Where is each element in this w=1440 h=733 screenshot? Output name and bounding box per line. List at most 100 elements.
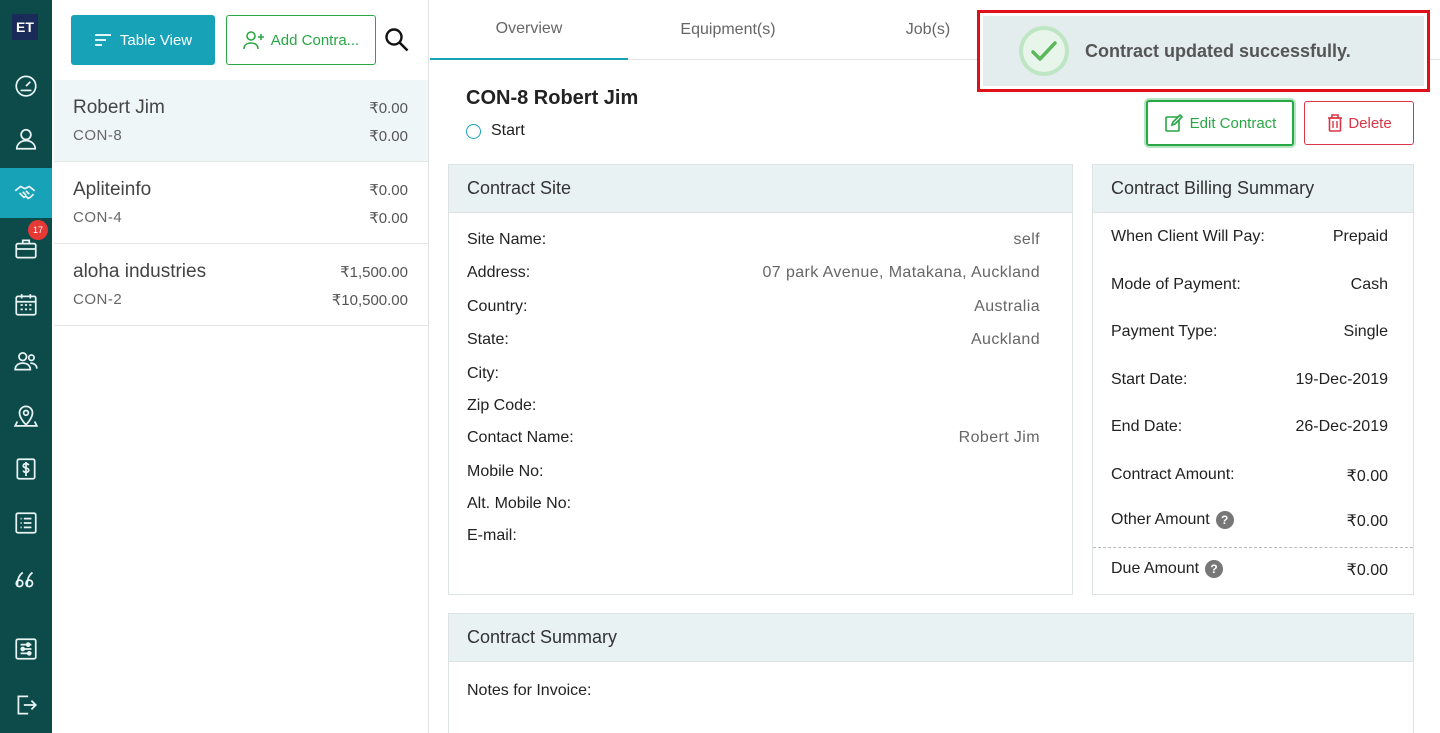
user-icon[interactable]: [0, 114, 52, 164]
list-item[interactable]: Apliteinfo CON-4 ₹0.00 ₹0.00: [54, 162, 428, 244]
billing-row: Due Amount? ₹0.00: [1111, 560, 1388, 579]
check-circle-icon: [1019, 26, 1069, 76]
table-view-button[interactable]: Table View: [71, 15, 215, 65]
billing-label: When Client Will Pay:: [1111, 228, 1265, 245]
contract-total: ₹10,500.00: [331, 292, 408, 309]
billing-value: 26-Dec-2019: [1295, 418, 1389, 435]
status-indicator: Start: [466, 122, 525, 140]
billing-row: End Date: 26-Dec-2019: [1111, 418, 1388, 436]
settings-sliders-icon[interactable]: [0, 624, 52, 674]
site-label: City:: [467, 365, 499, 382]
tab-equipment[interactable]: Equipment(s): [628, 0, 828, 60]
billing-summary-heading: Contract Billing Summary: [1093, 165, 1413, 213]
contract-list-panel: Table View Add Contra... Robert Jim CON-…: [54, 0, 429, 733]
contract-site-card: Contract Site Site Name: self Address: 07 …: [448, 164, 1073, 595]
delete-label: Delete: [1348, 114, 1392, 132]
contract-name: Apliteinfo: [73, 179, 152, 200]
billing-label: Mode of Payment:: [1111, 276, 1241, 293]
billing-value: Cash: [1350, 276, 1388, 293]
tab-overview[interactable]: Overview: [430, 0, 628, 60]
billing-row: Start Date: 19-Dec-2019: [1111, 371, 1388, 389]
help-icon[interactable]: ?: [1205, 560, 1224, 578]
search-icon[interactable]: [384, 27, 410, 53]
site-label: Zip Code:: [467, 397, 537, 414]
map-pin-icon[interactable]: [0, 390, 52, 440]
billing-row: Mode of Payment: Cash: [1111, 276, 1388, 294]
site-row: Country: Australia: [467, 298, 1040, 316]
billing-label: Other Amount: [1111, 511, 1210, 529]
site-row: Zip Code:: [467, 397, 1040, 415]
site-label: State:: [467, 331, 509, 348]
site-label: Contact Name:: [467, 429, 574, 446]
site-value: Auckland: [970, 331, 1040, 348]
site-row: Address: 07 park Avenue, Matakana, Auckla…: [467, 264, 1040, 282]
sidebar: ET 17: [0, 0, 52, 733]
page-title: CON-8 Robert Jim: [466, 87, 639, 109]
contract-summary-card: Contract Summary Notes for Invoice:: [448, 613, 1414, 733]
billing-row: Payment Type: Single: [1111, 323, 1388, 341]
site-label: Site Name:: [467, 231, 547, 248]
billing-label: Due Amount: [1111, 560, 1200, 578]
app-logo[interactable]: ET: [12, 14, 38, 40]
site-label: Alt. Mobile No:: [467, 495, 572, 512]
contract-code: CON-2: [73, 291, 123, 308]
status-circle-icon: [466, 123, 481, 139]
dollar-icon[interactable]: [0, 444, 52, 494]
billing-value: 19-Dec-2019: [1295, 371, 1389, 388]
billing-row: When Client Will Pay: Prepaid: [1111, 228, 1388, 246]
site-value: Australia: [974, 298, 1040, 315]
contract-code: CON-4: [73, 209, 123, 226]
edit-contract-label: Edit Contract: [1189, 114, 1277, 132]
briefcase-icon[interactable]: 17: [0, 220, 52, 274]
trash-icon: [1328, 114, 1343, 132]
users-icon[interactable]: [0, 336, 52, 386]
site-row: City:: [467, 365, 1040, 383]
contract-amount: ₹0.00: [369, 100, 408, 117]
edit-icon: [1164, 113, 1183, 132]
dashboard-icon[interactable]: [0, 60, 52, 110]
contract-detail: Overview Equipment(s) Job(s) CON-8 Rober…: [430, 0, 1440, 733]
site-label: Address:: [467, 264, 531, 281]
contract-amount: ₹0.00: [369, 182, 408, 199]
delete-button[interactable]: Delete: [1304, 101, 1414, 145]
status-label: Start: [491, 122, 525, 139]
contract-code: CON-8: [73, 127, 123, 144]
billing-row: Contract Amount: ₹0.00: [1111, 466, 1388, 485]
list-icon[interactable]: [0, 498, 52, 548]
list-lines-icon: [94, 34, 111, 46]
success-toast[interactable]: Contract updated successfully.: [977, 10, 1430, 92]
billing-value: ₹0.00: [1346, 513, 1388, 530]
site-label: Country:: [467, 298, 528, 315]
edit-contract-button[interactable]: Edit Contract: [1146, 100, 1294, 146]
billing-value: ₹0.00: [1346, 562, 1388, 579]
calendar-icon[interactable]: [0, 280, 52, 330]
add-contract-button[interactable]: Add Contra...: [226, 15, 376, 65]
help-icon[interactable]: ?: [1215, 511, 1234, 529]
toast-message: Contract updated successfully.: [1085, 40, 1351, 61]
site-label: Mobile No:: [467, 463, 544, 480]
site-value: self: [1013, 231, 1040, 248]
site-row: Alt. Mobile No:: [467, 495, 1040, 513]
contract-total: ₹0.00: [369, 210, 408, 227]
list-item[interactable]: Robert Jim CON-8 ₹0.00 ₹0.00: [54, 80, 428, 162]
add-contract-label: Add Contra...: [270, 31, 360, 49]
contract-list: Robert Jim CON-8 ₹0.00 ₹0.00 Apliteinfo …: [54, 80, 428, 326]
site-value: Robert Jim: [958, 429, 1040, 446]
site-row: Mobile No:: [467, 463, 1040, 481]
add-user-icon: [242, 31, 264, 50]
divider: [1093, 547, 1413, 548]
site-row: State: Auckland: [467, 331, 1040, 349]
handshake-icon[interactable]: [0, 168, 52, 218]
site-row: E-mail:: [467, 527, 1040, 545]
list-item[interactable]: aloha industries CON-2 ₹1,500.00 ₹10,500…: [54, 244, 428, 326]
billing-summary-card: Contract Billing Summary When Client Wil…: [1092, 164, 1414, 595]
billing-value: ₹0.00: [1346, 468, 1388, 485]
billing-row: Other Amount? ₹0.00: [1111, 511, 1388, 530]
site-label: E-mail:: [467, 527, 517, 544]
table-view-label: Table View: [119, 31, 193, 49]
billing-label: End Date:: [1111, 418, 1183, 435]
quote-icon[interactable]: [0, 554, 52, 604]
logout-icon[interactable]: [0, 680, 52, 730]
notes-label: Notes for Invoice:: [467, 682, 592, 699]
billing-value: Single: [1343, 323, 1388, 340]
